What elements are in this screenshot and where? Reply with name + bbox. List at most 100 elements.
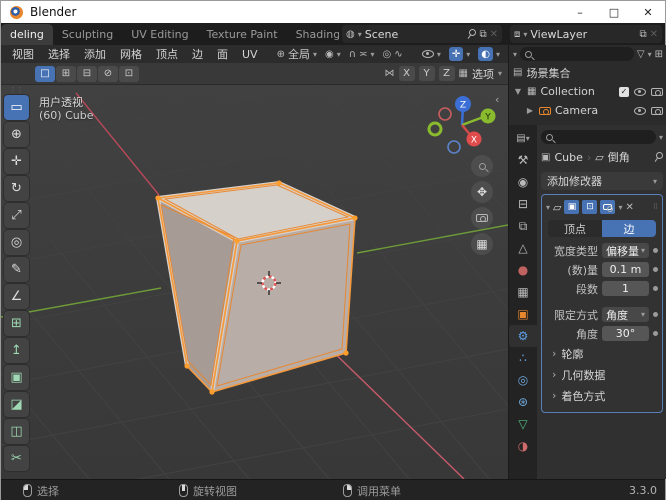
- section-shading[interactable]: › 着色方式: [546, 385, 658, 406]
- orientation-label[interactable]: 全局: [288, 46, 310, 62]
- select-mode-intersect-button[interactable]: ⊡: [119, 65, 139, 82]
- tab-edges[interactable]: 边: [602, 220, 656, 237]
- section-geometry[interactable]: › 几何数据: [546, 364, 658, 385]
- new-scene-icon[interactable]: ⧉: [479, 29, 486, 40]
- hide-eye-icon[interactable]: [634, 106, 646, 115]
- render-visibility-icon[interactable]: [651, 87, 663, 96]
- scene-name[interactable]: Scene: [365, 28, 464, 41]
- viewport-3d[interactable]: 用户透视 (60) Cube ‹ ⋮⋮ ▭ ⊕ ✛ ↻ ⤢ ◎ ✎ ∠ ⊞ ↥ …: [1, 85, 508, 479]
- amount-field[interactable]: 0.1 m: [602, 262, 649, 277]
- limit-method-dropdown[interactable]: 角度 ▾: [602, 307, 649, 322]
- section-profile[interactable]: › 轮廓: [546, 343, 658, 364]
- menu-select[interactable]: 选择: [41, 46, 77, 62]
- tab-shading[interactable]: Shading: [287, 24, 339, 45]
- menu-edge[interactable]: 边: [185, 46, 210, 62]
- tab-physics[interactable]: ◎: [509, 369, 537, 391]
- tool-cursor[interactable]: ⊕: [4, 122, 29, 147]
- gizmo-y-neg-axis[interactable]: [427, 121, 443, 137]
- tool-annotate[interactable]: ✎: [4, 257, 29, 282]
- maximize-button[interactable]: □: [597, 1, 631, 23]
- filter-funnel-icon[interactable]: ▽: [637, 49, 645, 60]
- tab-texture-paint[interactable]: Texture Paint: [198, 24, 287, 45]
- select-mode-extend-button[interactable]: ⊞: [56, 65, 76, 82]
- tab-scene[interactable]: △: [509, 237, 537, 259]
- outliner-row-camera[interactable]: ▶ Camera: [509, 101, 666, 120]
- segments-field[interactable]: 1: [602, 281, 649, 296]
- falloff-curve-icon[interactable]: ∿: [394, 49, 402, 60]
- tab-object-data[interactable]: ▽: [509, 413, 537, 435]
- section-shading-label[interactable]: 着色方式: [561, 388, 605, 404]
- animate-dot[interactable]: [653, 312, 658, 317]
- magnet-icon[interactable]: ∩: [349, 49, 356, 60]
- tool-inset-faces[interactable]: ▣: [4, 365, 29, 390]
- camera-label[interactable]: Camera: [555, 104, 598, 117]
- render-toggle[interactable]: [600, 200, 616, 214]
- tool-select-box[interactable]: ▭: [4, 95, 29, 120]
- new-collection-icon[interactable]: ⊞: [655, 49, 663, 60]
- viewlayer-name[interactable]: ViewLayer: [530, 28, 636, 41]
- tool-measure[interactable]: ∠: [4, 284, 29, 309]
- new-viewlayer-icon[interactable]: ⧉: [639, 29, 646, 40]
- live-unwrap-icon[interactable]: ▦: [459, 68, 468, 79]
- menu-vertex[interactable]: 顶点: [149, 46, 185, 62]
- tool-loop-cut[interactable]: ◫: [4, 419, 29, 444]
- drag-handle-icon[interactable]: ⠿: [653, 203, 658, 210]
- breadcrumb-object[interactable]: Cube: [554, 151, 582, 164]
- tab-constraints[interactable]: ⊛: [509, 391, 537, 413]
- tab-view-layer[interactable]: ⧉: [509, 215, 537, 237]
- tab-uv-editing[interactable]: UV Editing: [122, 24, 197, 45]
- select-mode-subtract-button[interactable]: ⊟: [77, 65, 97, 82]
- editor-type-chevron-icon[interactable]: ▾: [513, 50, 517, 59]
- snap-controls[interactable]: ∩ ≍ ▾: [345, 49, 379, 60]
- menu-add[interactable]: 添加: [77, 46, 113, 62]
- tab-particles[interactable]: ∴: [509, 347, 537, 369]
- tool-bevel[interactable]: ◪: [4, 392, 29, 417]
- blender-logo-icon[interactable]: [10, 5, 23, 19]
- edit-mode-toggle[interactable]: ▣: [564, 200, 580, 214]
- collection-label[interactable]: Collection: [540, 85, 594, 98]
- tab-object[interactable]: ▣: [509, 303, 537, 325]
- animate-dot[interactable]: [653, 248, 658, 253]
- gizmos-toggle-icon[interactable]: ✛: [448, 47, 464, 61]
- mirror-z-button[interactable]: Z: [438, 66, 455, 81]
- outliner-row-collection[interactable]: ▼ ▦ Collection ✓: [509, 82, 666, 101]
- tool-extrude-region[interactable]: ↥: [4, 338, 29, 363]
- gizmos-toggle-group[interactable]: ✛ ▾: [445, 47, 474, 61]
- tool-knife[interactable]: ✂: [4, 446, 29, 471]
- collection-checkbox[interactable]: ✓: [619, 86, 629, 97]
- tab-world[interactable]: ●: [509, 259, 537, 281]
- options-dropdown[interactable]: 选项: [472, 66, 494, 82]
- tool-rotate[interactable]: ↻: [4, 176, 29, 201]
- tab-modeling[interactable]: deling: [1, 24, 53, 45]
- width-type-dropdown[interactable]: 偏移量 ▾: [602, 243, 649, 258]
- tab-vertices[interactable]: 顶点: [548, 220, 602, 237]
- snap-target-icon[interactable]: ≍: [359, 49, 367, 60]
- scene-selector[interactable]: ◍ ▾ Scene ⧉ ✕: [342, 25, 502, 43]
- menu-face[interactable]: 面: [210, 46, 235, 62]
- hide-eye-icon[interactable]: [634, 87, 646, 96]
- animate-dot[interactable]: [653, 286, 658, 291]
- navigation-gizmo[interactable]: Z Y X: [426, 87, 501, 157]
- angle-field[interactable]: 30°: [602, 326, 649, 341]
- gizmo-z-neg-axis[interactable]: [447, 140, 461, 154]
- mirror-y-button[interactable]: Y: [418, 66, 435, 81]
- animate-dot[interactable]: [653, 331, 658, 336]
- pin-icon[interactable]: [466, 29, 477, 39]
- close-icon[interactable]: ✕: [626, 202, 634, 213]
- menu-uv[interactable]: UV: [235, 48, 265, 61]
- tab-modifiers[interactable]: ⚙: [509, 325, 537, 347]
- tab-collection[interactable]: ▦: [509, 281, 537, 303]
- section-profile-label[interactable]: 轮廓: [561, 346, 583, 362]
- tab-material[interactable]: ◑: [509, 435, 537, 457]
- tool-transform[interactable]: ◎: [4, 230, 29, 255]
- add-modifier-dropdown[interactable]: 添加修改器 ▾: [541, 172, 663, 190]
- zoom-view-button[interactable]: [471, 155, 493, 177]
- breadcrumb-modifier[interactable]: 倒角: [608, 149, 630, 165]
- ortho-toggle-button[interactable]: ▦: [471, 233, 493, 255]
- show-gizmo-dropdown[interactable]: ▾: [418, 50, 445, 59]
- menu-view[interactable]: 视图: [5, 46, 41, 62]
- panel-expand-icon[interactable]: ▾: [546, 203, 550, 212]
- pivot-point-dropdown[interactable]: ◉ ▾: [321, 49, 345, 60]
- mirror-x-button[interactable]: X: [398, 66, 415, 81]
- overlays-toggle-group[interactable]: ◐ ▾: [474, 47, 504, 61]
